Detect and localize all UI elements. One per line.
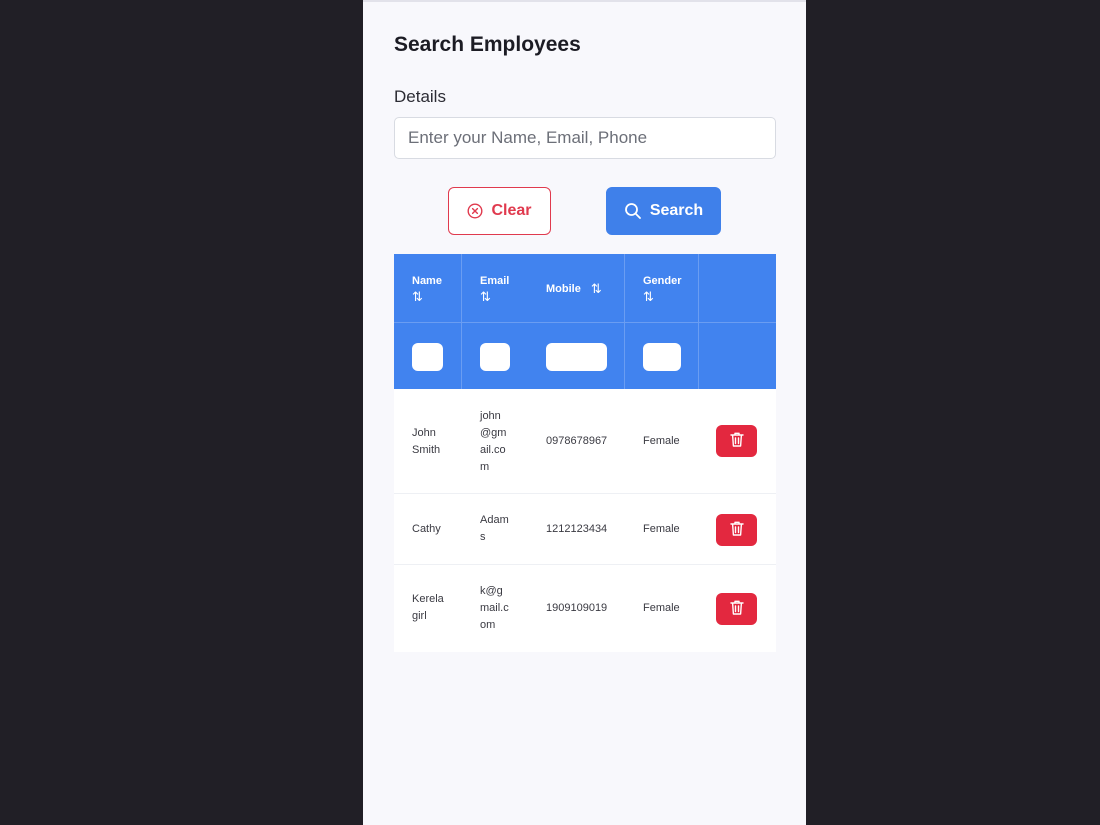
- cell-text: Cathy: [412, 523, 441, 535]
- column-divider: [624, 254, 625, 389]
- cell-text: om: [480, 619, 496, 631]
- gender-cell: Female: [643, 435, 680, 447]
- column-label: Name: [412, 275, 442, 287]
- mobile-filter-input[interactable]: [546, 343, 607, 371]
- cell-text: john: [480, 410, 501, 422]
- column-label: Mobile: [546, 283, 581, 295]
- column-divider: [461, 254, 462, 389]
- details-label: Details: [394, 87, 446, 106]
- trash-icon: [729, 431, 745, 451]
- name-filter-input[interactable]: [412, 343, 443, 371]
- gender-filter-input[interactable]: [643, 343, 681, 371]
- name-cell: Cathy: [412, 521, 441, 538]
- employees-table: Name ⇅ Email ⇅ Mobile ⇅ Gender ⇅ John Sm…: [394, 254, 776, 652]
- clear-button-label: Clear: [491, 202, 532, 219]
- gender-cell: Female: [643, 602, 680, 614]
- table-header: Name ⇅ Email ⇅ Mobile ⇅ Gender ⇅: [394, 254, 776, 389]
- cell-text: John: [412, 427, 436, 439]
- email-cell: Adam s: [480, 512, 509, 546]
- delete-button[interactable]: [716, 425, 757, 457]
- cell-text: m: [480, 461, 490, 473]
- gender-cell: Female: [643, 523, 680, 535]
- cell-text: ail.co: [480, 444, 506, 456]
- email-cell: john @gm ail.co m: [480, 408, 506, 476]
- cell-text: Smith: [412, 444, 441, 456]
- cell-text: mail.c: [480, 602, 509, 614]
- delete-button[interactable]: [716, 593, 757, 625]
- column-header-gender[interactable]: Gender ⇅: [643, 273, 682, 305]
- mobile-cell: 1909109019: [546, 602, 608, 614]
- filter-row: [394, 323, 776, 389]
- sort-icon[interactable]: ⇅: [412, 289, 442, 305]
- cell-text: girl: [412, 610, 427, 622]
- cell-text: @gm: [480, 427, 507, 439]
- name-cell: John Smith: [412, 425, 440, 459]
- header-row: Name ⇅ Email ⇅ Mobile ⇅ Gender ⇅: [394, 254, 776, 323]
- column-header-name[interactable]: Name ⇅: [412, 273, 442, 305]
- mobile-cell: 1212123434: [546, 523, 608, 535]
- sort-icon[interactable]: ⇅: [480, 289, 509, 305]
- search-input[interactable]: [394, 117, 776, 159]
- table-body: John Smith john @gm ail.co m 0978678967 …: [394, 389, 776, 652]
- cell-text: Adam: [480, 514, 509, 526]
- clear-button[interactable]: Clear: [448, 187, 551, 235]
- delete-button[interactable]: [716, 514, 757, 546]
- table-row: Cathy Adam s 1212123434 Female: [394, 494, 776, 565]
- column-label: Gender: [643, 275, 682, 287]
- column-header-email[interactable]: Email ⇅: [480, 273, 509, 305]
- mobile-cell: 0978678967: [546, 435, 608, 447]
- trash-icon: [729, 520, 745, 540]
- page-title: Search Employees: [394, 33, 581, 56]
- x-circle-icon: [467, 203, 483, 219]
- name-cell: Kerela girl: [412, 591, 444, 625]
- search-icon: [624, 202, 642, 220]
- table-row: Kerela girl k@g mail.c om 1909109019 Fem…: [394, 565, 776, 652]
- sort-icon[interactable]: ⇅: [591, 281, 602, 297]
- search-button-label: Search: [649, 202, 704, 219]
- table-row: John Smith john @gm ail.co m 0978678967 …: [394, 389, 776, 494]
- email-cell: k@g mail.c om: [480, 583, 509, 634]
- cell-text: s: [480, 531, 486, 543]
- search-button[interactable]: Search: [606, 187, 721, 235]
- column-label: Email: [480, 275, 510, 287]
- column-divider: [698, 254, 699, 389]
- app-panel: Search Employees Details Clear Search Na…: [363, 0, 806, 825]
- cell-text: k@g: [480, 585, 503, 597]
- sort-icon[interactable]: ⇅: [643, 289, 682, 305]
- cell-text: Kerela: [412, 593, 444, 605]
- column-header-mobile[interactable]: Mobile ⇅: [546, 281, 602, 297]
- email-filter-input[interactable]: [480, 343, 510, 371]
- trash-icon: [729, 599, 745, 619]
